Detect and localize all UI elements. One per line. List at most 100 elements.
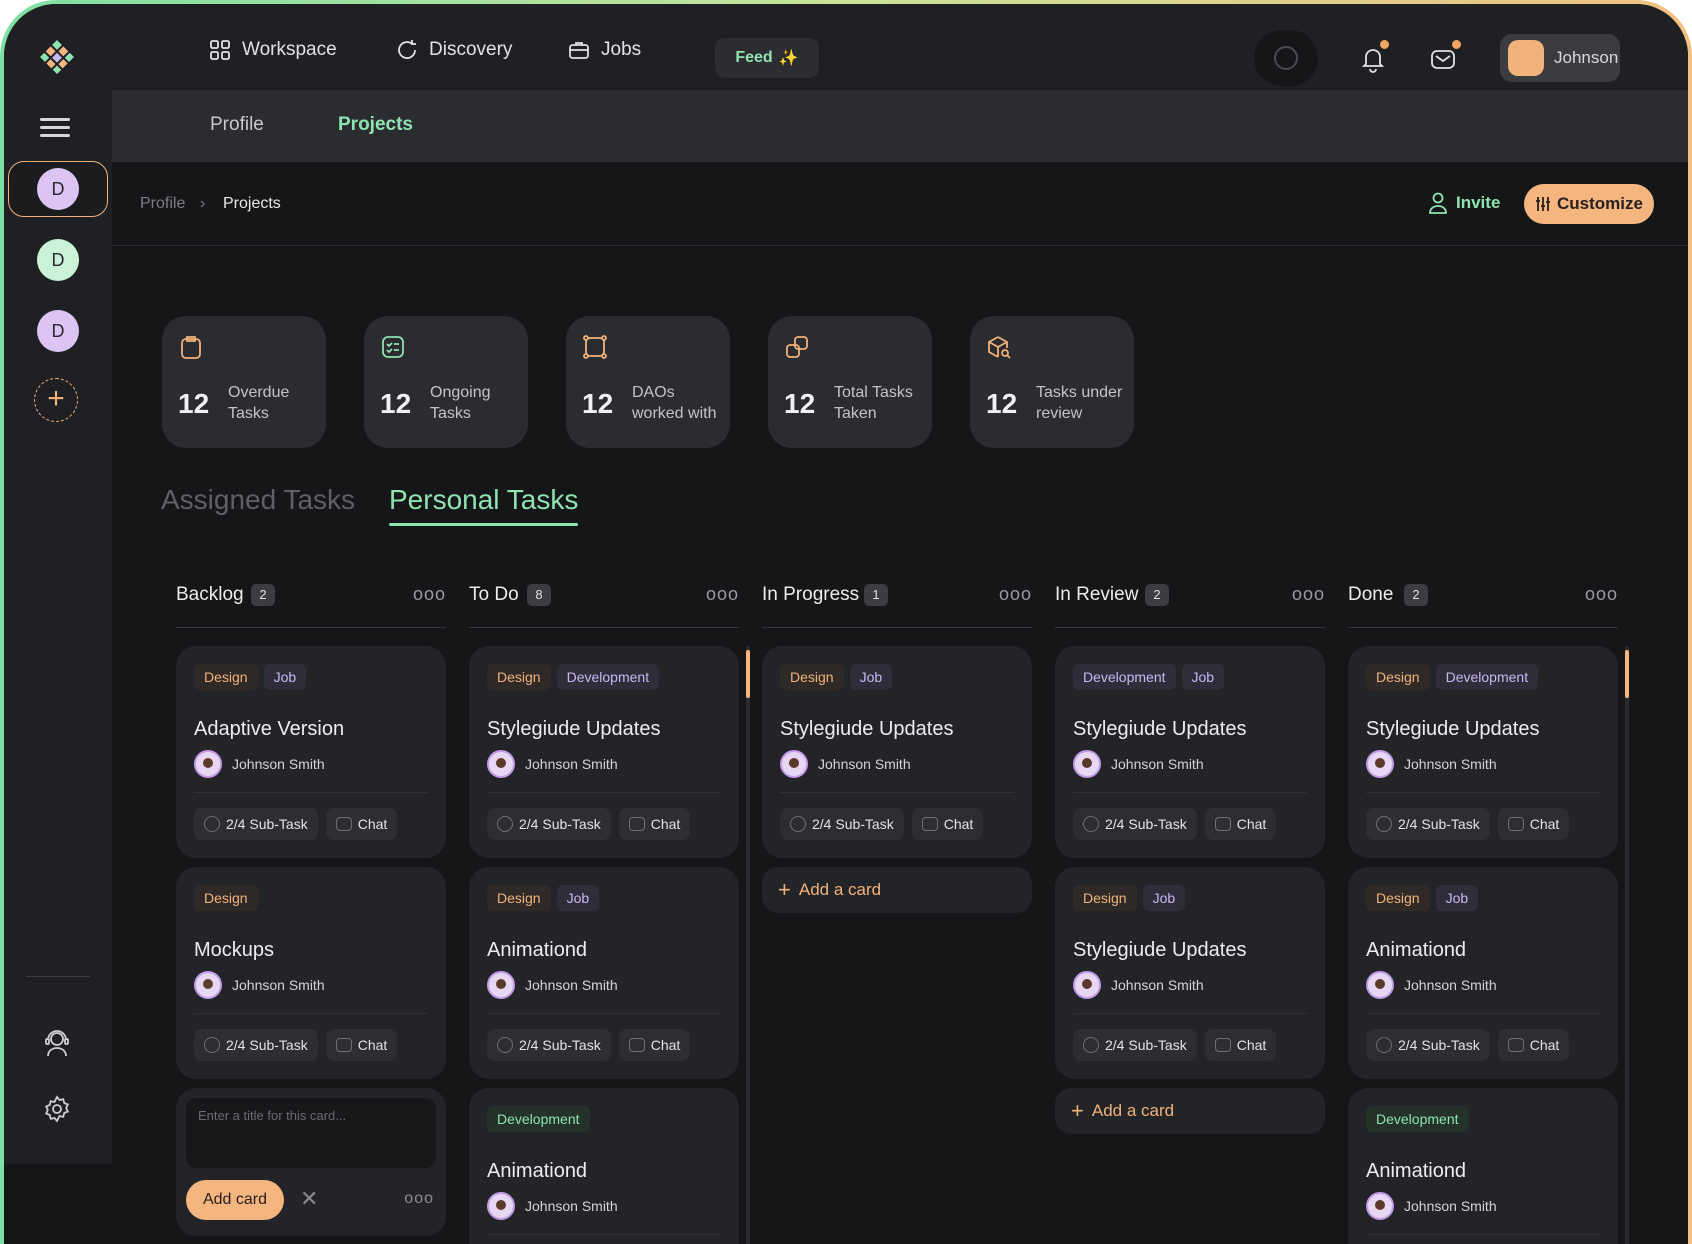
more-options-icon[interactable]: ooo bbox=[706, 584, 739, 605]
app-window: D D D + Workspace Discovery Jobs Feed ✨ … bbox=[4, 4, 1688, 1244]
more-options-icon[interactable]: ooo bbox=[413, 584, 446, 605]
nav-discovery[interactable]: Discovery bbox=[395, 38, 512, 62]
card-tags: Design Job bbox=[487, 885, 600, 911]
search-button[interactable] bbox=[1254, 30, 1318, 86]
chat-chip[interactable]: Chat bbox=[325, 808, 398, 840]
subtask-chip[interactable]: 2/4 Sub-Task bbox=[1073, 808, 1197, 840]
invite-button[interactable]: Invite bbox=[1428, 192, 1500, 214]
sparkle-icon: ✨ bbox=[778, 50, 799, 67]
chat-chip[interactable]: Chat bbox=[1204, 1029, 1277, 1061]
more-options-icon[interactable]: ooo bbox=[1585, 584, 1618, 605]
tag-job: Job bbox=[1435, 885, 1479, 911]
stat-card-daos: 12 DAOs worked with bbox=[566, 316, 730, 448]
subtask-chip[interactable]: 2/4 Sub-Task bbox=[1366, 808, 1490, 840]
left-rail: D D D + bbox=[4, 4, 112, 1164]
column-count-badge: 2 bbox=[1145, 584, 1169, 606]
chat-chip[interactable]: Chat bbox=[911, 808, 984, 840]
feed-button[interactable]: Feed ✨ bbox=[715, 38, 819, 78]
chat-chip[interactable]: Chat bbox=[1497, 808, 1570, 840]
add-workspace-button[interactable]: + bbox=[34, 378, 78, 422]
add-a-card-button[interactable]: + Add a card bbox=[1055, 1088, 1325, 1134]
card-tags: Design Job bbox=[780, 664, 893, 690]
task-card[interactable]: Design Job Stylegiude Updates Johnson Smith… bbox=[1055, 867, 1325, 1079]
card-divider bbox=[487, 1234, 721, 1235]
subtask-chip[interactable]: 2/4 Sub-Task bbox=[487, 808, 611, 840]
more-options-icon[interactable]: ooo bbox=[404, 1190, 434, 1208]
add-a-card-button[interactable]: + Add a card bbox=[762, 867, 1032, 913]
task-card[interactable]: Design Job Animationd Johnson Smith 2/4 Sub-… bbox=[1348, 867, 1618, 1079]
chat-chip[interactable]: Chat bbox=[618, 808, 691, 840]
task-card[interactable]: Design Job Animationd Johnson Smith 2/4 Sub-… bbox=[469, 867, 739, 1079]
chat-chip[interactable]: Chat bbox=[618, 1029, 691, 1061]
notifications-button[interactable] bbox=[1358, 40, 1389, 74]
subtask-chip[interactable]: 2/4 Sub-Task bbox=[780, 808, 904, 840]
chat-chip[interactable]: Chat bbox=[1497, 1029, 1570, 1061]
task-card[interactable]: Design Development Stylegiude Updates Johns… bbox=[469, 646, 739, 858]
check-circle-icon bbox=[1376, 816, 1392, 832]
task-card[interactable]: Development Job Stylegiude Updates Johnson … bbox=[1055, 646, 1325, 858]
subtask-chip[interactable]: 2/4 Sub-Task bbox=[487, 1029, 611, 1061]
assignee-avatar bbox=[1073, 971, 1101, 999]
workspace-item-3[interactable]: D bbox=[8, 303, 108, 359]
assignee-avatar bbox=[1366, 750, 1394, 778]
column-scrollbar[interactable] bbox=[746, 646, 750, 1244]
tag-development: Development bbox=[1073, 664, 1176, 690]
column-scrollbar[interactable] bbox=[1625, 646, 1629, 1244]
card-title: Animationd bbox=[1366, 1160, 1467, 1182]
workspace-item-2[interactable]: D bbox=[8, 232, 108, 288]
scrollbar-thumb[interactable] bbox=[1625, 650, 1629, 698]
tab-personal-tasks[interactable]: Personal Tasks bbox=[389, 484, 579, 526]
chat-bubble-icon bbox=[1214, 1038, 1231, 1052]
customize-button[interactable]: Customize bbox=[1524, 184, 1654, 224]
hamburger-menu-icon[interactable] bbox=[40, 118, 70, 138]
logo-icon[interactable] bbox=[32, 32, 82, 82]
workspace-item-1[interactable]: D bbox=[8, 161, 108, 217]
task-card[interactable]: Design Mockups Johnson Smith 2/4 Sub-Task Ch… bbox=[176, 867, 446, 1079]
chat-bubble-icon bbox=[1214, 817, 1231, 831]
card-title-input[interactable] bbox=[186, 1098, 436, 1168]
tag-development: Development bbox=[556, 664, 660, 690]
task-card[interactable]: DevelopmentAnimationdJohnson Smith2/4 Su… bbox=[469, 1088, 739, 1244]
add-card-button[interactable]: Add card bbox=[186, 1180, 284, 1220]
task-card[interactable]: Design Job Stylegiude Updates Johnson Smith… bbox=[762, 646, 1032, 858]
tab-assigned-tasks[interactable]: Assigned Tasks bbox=[161, 484, 355, 516]
subtask-chip[interactable]: 2/4 Sub-Task bbox=[194, 1029, 318, 1061]
tag-design: Design bbox=[487, 664, 551, 690]
assignee-name: Johnson Smith bbox=[1404, 756, 1497, 772]
card-tags: Design Job bbox=[194, 664, 307, 690]
close-icon[interactable]: ✕ bbox=[300, 1186, 318, 1212]
assignee-name: Johnson Smith bbox=[1111, 756, 1204, 772]
assignee-avatar bbox=[780, 750, 808, 778]
nav-workspace[interactable]: Workspace bbox=[208, 38, 337, 62]
task-card[interactable]: Design Development Stylegiude Updates Johns… bbox=[1348, 646, 1618, 858]
column-in-progress: In Progress 1 ooo Design Job Stylegiude Updat… bbox=[762, 574, 1032, 1244]
breadcrumb-profile[interactable]: Profile bbox=[140, 195, 185, 213]
card-tags: Development bbox=[1366, 1106, 1469, 1132]
task-card[interactable]: Design Job Adaptive Version Johnson Smith 2/… bbox=[176, 646, 446, 858]
subtask-chip[interactable]: 2/4 Sub-Task bbox=[194, 808, 318, 840]
subtask-chip[interactable]: 2/4 Sub-Task bbox=[1366, 1029, 1490, 1061]
support-agent-icon[interactable] bbox=[42, 1028, 72, 1058]
scrollbar-thumb[interactable] bbox=[746, 650, 750, 698]
stat-label: Overdue Tasks bbox=[228, 384, 290, 422]
tag-development: Development bbox=[1366, 1106, 1469, 1132]
more-options-icon[interactable]: ooo bbox=[999, 584, 1032, 605]
card-actions: 2/4 Sub-Task Chat bbox=[487, 808, 691, 840]
tab-projects[interactable]: Projects bbox=[338, 114, 413, 136]
more-options-icon[interactable]: ooo bbox=[1292, 584, 1325, 605]
card-divider bbox=[780, 792, 1014, 793]
tab-profile[interactable]: Profile bbox=[210, 114, 264, 136]
subtask-chip[interactable]: 2/4 Sub-Task bbox=[1073, 1029, 1197, 1061]
plus-icon: + bbox=[778, 877, 791, 902]
column-count-badge: 2 bbox=[251, 584, 275, 606]
nav-jobs[interactable]: Jobs bbox=[567, 38, 641, 62]
chat-chip[interactable]: Chat bbox=[325, 1029, 398, 1061]
card-tags: Design bbox=[194, 885, 258, 911]
task-card[interactable]: DevelopmentAnimationdJohnson Smith2/4 Su… bbox=[1348, 1088, 1618, 1244]
chat-label: Chat bbox=[650, 1037, 681, 1053]
chat-label: Chat bbox=[650, 816, 681, 832]
messages-button[interactable] bbox=[1428, 40, 1461, 74]
settings-gear-icon[interactable] bbox=[42, 1094, 72, 1124]
user-menu[interactable]: Johnson bbox=[1500, 34, 1620, 82]
chat-chip[interactable]: Chat bbox=[1204, 808, 1277, 840]
